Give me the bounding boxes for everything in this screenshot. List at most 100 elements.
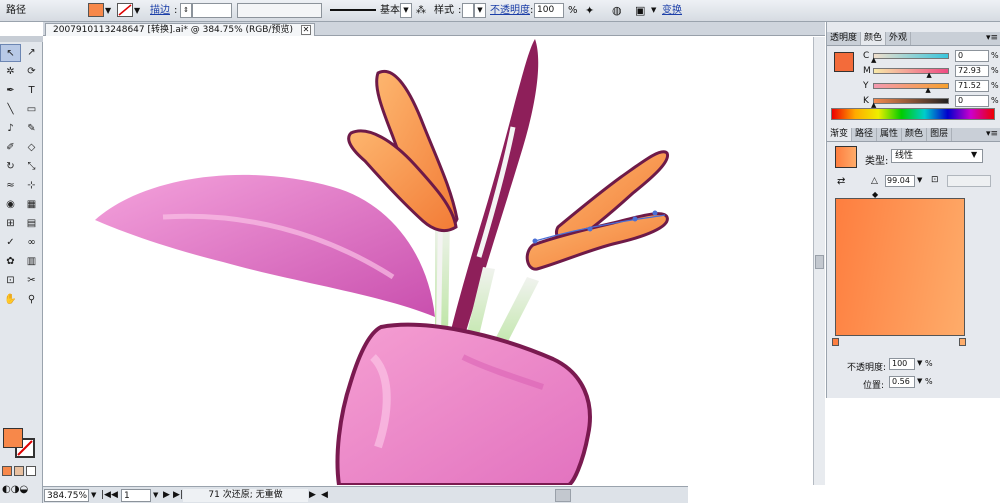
channel-slider-thumb[interactable]: ▲: [926, 72, 931, 79]
chevron-down-icon[interactable]: ▼: [134, 3, 140, 18]
vertical-scrollbar[interactable]: [813, 37, 825, 485]
chevron-down-icon[interactable]: ▼: [105, 3, 111, 18]
mesh-tool[interactable]: ⊞: [0, 215, 21, 233]
color-spectrum[interactable]: [831, 108, 995, 120]
paintbrush-tool[interactable]: ♪: [0, 120, 21, 138]
angle-input[interactable]: 99.04: [885, 175, 915, 187]
eraser-tool[interactable]: ◇: [21, 139, 42, 157]
artboard-canvas[interactable]: [43, 37, 813, 485]
style-swatch[interactable]: [462, 3, 474, 18]
last-artboard-icon[interactable]: ▶|: [173, 489, 183, 502]
fill-swatch[interactable]: [88, 3, 104, 17]
chevron-down-icon[interactable]: ▼: [651, 3, 656, 18]
recolor-icon[interactable]: ⁂: [416, 3, 430, 18]
zoom-field[interactable]: 384.75%: [44, 489, 89, 502]
channel-value-input[interactable]: 71.52: [955, 80, 989, 92]
gradient-tab-0[interactable]: 渐变: [827, 128, 853, 141]
flower-pot[interactable]: [335, 322, 592, 485]
stroke-link[interactable]: 描边: [150, 3, 170, 18]
gradient-tool[interactable]: ▤: [21, 215, 42, 233]
panel-menu-icon[interactable]: ▾≡: [986, 32, 1000, 45]
channel-slider[interactable]: [873, 68, 949, 74]
document-tab[interactable]: 20079101132486​47 [转换].ai* @ 384.75% (RG…: [45, 23, 315, 36]
next-artboard-icon[interactable]: ▶: [163, 489, 170, 502]
gradient-tab-4[interactable]: 图层: [927, 128, 953, 141]
channel-slider[interactable]: [873, 53, 949, 59]
chevron-down-icon[interactable]: ▼: [917, 359, 922, 367]
gradient-tab-3[interactable]: 颜色: [902, 128, 928, 141]
toolbox-fill-swatch[interactable]: [3, 428, 23, 448]
status-menu-icon[interactable]: ▶: [309, 489, 316, 502]
color-tab-1[interactable]: 颜色: [861, 32, 887, 45]
channel-slider-thumb[interactable]: ▲: [925, 87, 930, 94]
direct-selection-tool[interactable]: ↗: [21, 44, 42, 62]
gradient-tab-1[interactable]: 路径: [852, 128, 878, 141]
chevron-down-icon[interactable]: ▼: [474, 3, 486, 18]
warp-tool[interactable]: ≈: [0, 177, 21, 195]
blend-tool[interactable]: ∞: [21, 234, 42, 252]
leaf-shape[interactable]: [95, 174, 435, 317]
globe-icon[interactable]: ◍: [612, 3, 626, 18]
free-transform-tool[interactable]: ⊹: [21, 177, 42, 195]
perspective-grid-tool[interactable]: ▦: [21, 196, 42, 214]
document-setup-icon[interactable]: ✦: [585, 3, 605, 18]
channel-slider[interactable]: [873, 83, 949, 89]
hand-tool[interactable]: ✋: [0, 291, 21, 309]
reverse-gradient-icon[interactable]: ⇄: [837, 176, 845, 187]
chevron-down-icon[interactable]: ▼: [917, 377, 922, 385]
chevron-down-icon[interactable]: ▼: [971, 150, 977, 159]
gradient-opacity-input[interactable]: 100: [889, 358, 915, 370]
channel-slider-thumb[interactable]: ▲: [871, 57, 876, 64]
gradient-type-dropdown[interactable]: 线性: [891, 149, 983, 163]
right-orange-anther[interactable]: [525, 150, 669, 271]
artboard-tool[interactable]: ⊡: [0, 272, 21, 290]
rectangle-tool[interactable]: ▭: [21, 101, 42, 119]
channel-value-input[interactable]: 0: [955, 50, 989, 62]
toolbox-grip[interactable]: [0, 36, 43, 42]
chevron-down-icon[interactable]: ▼: [917, 176, 922, 184]
column-graph-tool[interactable]: ▥: [21, 253, 42, 271]
none-mode-icon[interactable]: [26, 466, 36, 476]
eyedropper-tool[interactable]: ✓: [0, 234, 21, 252]
selection-tool[interactable]: ↖: [0, 44, 21, 62]
pen-tool[interactable]: ✒: [0, 82, 21, 100]
align-icon[interactable]: ▣: [635, 3, 649, 18]
type-tool[interactable]: T: [21, 82, 42, 100]
close-icon[interactable]: ✕: [301, 25, 311, 35]
channel-value-input[interactable]: 0: [955, 95, 989, 107]
scroll-left-icon[interactable]: ◀: [321, 489, 328, 502]
chevron-down-icon[interactable]: ▼: [91, 489, 96, 502]
scroll-thumb[interactable]: [815, 255, 824, 269]
opacity-link[interactable]: 不透明度: [490, 3, 530, 18]
channel-value-input[interactable]: 72.93: [955, 65, 989, 77]
opacity-input[interactable]: 100: [534, 3, 564, 18]
stroke-swatch[interactable]: [117, 3, 133, 17]
blob-brush-tool[interactable]: ✐: [0, 139, 21, 157]
channel-slider[interactable]: [873, 98, 949, 104]
color-tab-2[interactable]: 外观: [886, 32, 912, 45]
line-tool[interactable]: ╲: [0, 101, 21, 119]
previous-artboard-icon[interactable]: ◀: [111, 489, 118, 502]
symbol-sprayer-tool[interactable]: ✿: [0, 253, 21, 271]
color-swatch[interactable]: [834, 52, 854, 72]
panel-menu-icon[interactable]: ▾≡: [986, 128, 1000, 141]
shape-builder-tool[interactable]: ◉: [0, 196, 21, 214]
gradient-stop-start[interactable]: [832, 338, 839, 346]
gradient-position-input[interactable]: 0.56: [889, 376, 915, 388]
transform-link[interactable]: 变换: [662, 3, 682, 18]
color-tab-0[interactable]: 透明度: [827, 32, 862, 45]
stroke-weight-dropdown[interactable]: [192, 3, 232, 18]
aspect-ratio-input[interactable]: [947, 175, 991, 187]
color-mode-icon[interactable]: [2, 466, 12, 476]
gradient-swatch[interactable]: [835, 146, 857, 168]
zoom-tool[interactable]: ⚲: [21, 291, 42, 309]
magic-wand-tool[interactable]: ✲: [0, 63, 21, 81]
variable-width-dropdown[interactable]: [237, 3, 322, 18]
rotate-tool[interactable]: ↻: [0, 158, 21, 176]
chevron-down-icon[interactable]: ▼: [153, 489, 158, 502]
gradient-stop-end[interactable]: [959, 338, 966, 346]
pencil-tool[interactable]: ✎: [21, 120, 42, 138]
stroke-weight-spinner[interactable]: ⇕: [180, 3, 192, 18]
slice-tool[interactable]: ✂: [21, 272, 42, 290]
artboard-field[interactable]: 1: [121, 489, 151, 502]
